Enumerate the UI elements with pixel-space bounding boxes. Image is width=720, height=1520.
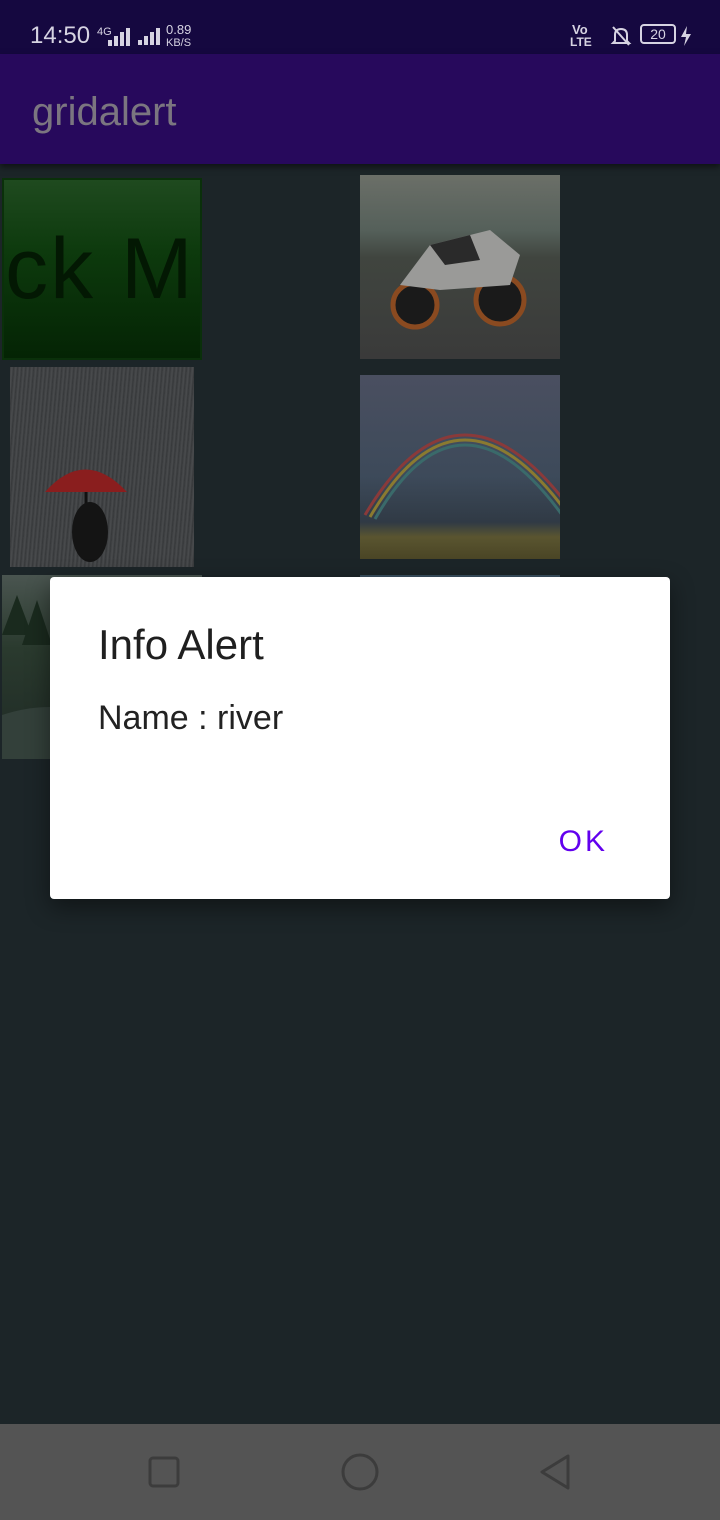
battery-icon: 20 — [640, 24, 676, 44]
motorcycle-photo-icon — [390, 230, 527, 330]
signal-strength-icon — [108, 28, 130, 46]
grid-item-click-me[interactable]: ick M — [2, 178, 202, 360]
navigation-bar — [0, 1424, 720, 1520]
click-me-text: ick M — [2, 221, 195, 317]
battery-level: 20 — [650, 26, 666, 42]
triangle-back-icon[interactable] — [536, 1452, 576, 1492]
volte-label-bottom: LTE — [570, 35, 592, 49]
speed-unit: KB/S — [166, 37, 192, 49]
square-icon[interactable] — [144, 1452, 184, 1492]
status-time: 14:50 — [30, 22, 91, 49]
info-alert-dialog: Info Alert Name : river OK — [50, 577, 670, 899]
grid-item-rainbow[interactable] — [360, 375, 560, 559]
charging-bolt-icon — [681, 26, 691, 46]
dialog-title: Info Alert — [98, 621, 264, 668]
rain-umbrella-photo-icon — [45, 469, 127, 562]
grid-item-rain[interactable] — [10, 367, 194, 567]
ok-button[interactable]: OK — [559, 825, 608, 859]
rainbow-photo-icon — [363, 433, 560, 520]
dialog-message: Name : river — [98, 699, 284, 737]
circle-icon[interactable] — [340, 1452, 380, 1492]
signal-strength-2-icon — [138, 28, 160, 45]
app-title: gridalert — [32, 90, 177, 134]
grid-item-motorcycle[interactable] — [360, 175, 560, 359]
bell-muted-icon — [610, 26, 632, 46]
speed-value: 0.89 — [166, 22, 192, 37]
app-bar: gridalert — [0, 54, 720, 164]
status-bar: 14:50 4G 0.89 KB/S Vo LTE 20 — [0, 0, 720, 54]
